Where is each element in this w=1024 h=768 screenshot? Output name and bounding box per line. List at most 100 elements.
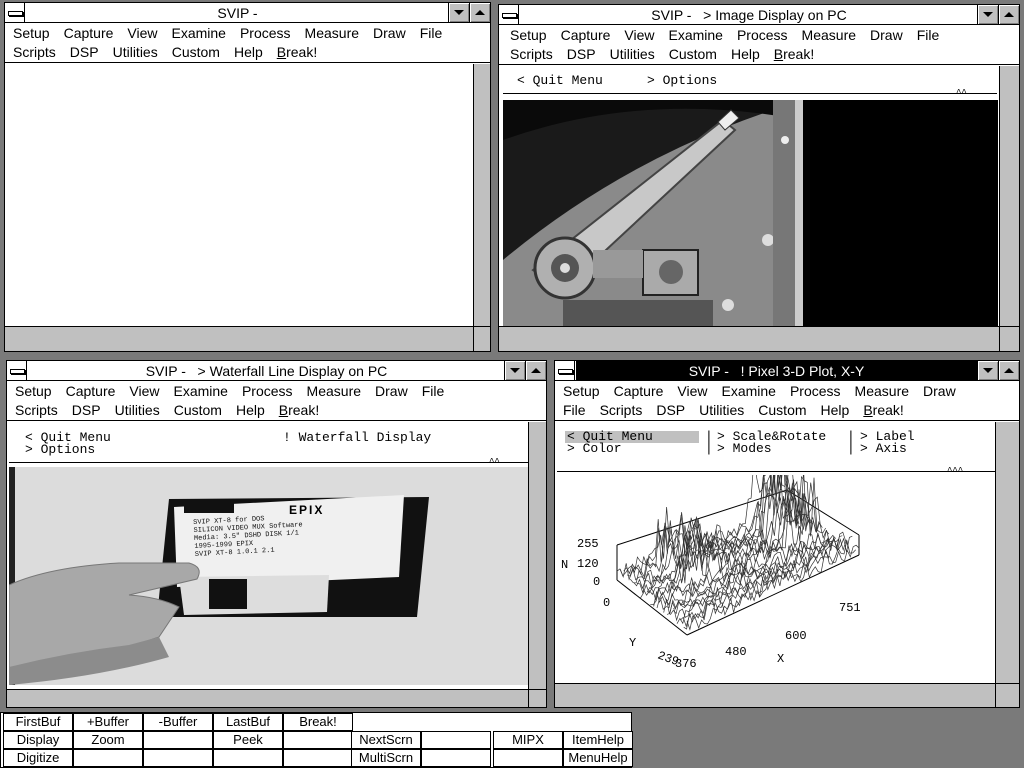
- maximize-button[interactable]: [998, 361, 1019, 380]
- button-lastbuf[interactable]: LastBuf: [213, 713, 283, 731]
- minimize-button[interactable]: [504, 361, 525, 380]
- menu-draw[interactable]: Draw: [375, 382, 408, 401]
- vertical-scrollbar[interactable]: [473, 64, 490, 326]
- button-empty[interactable]: [421, 749, 491, 767]
- horizontal-scrollbar[interactable]: [499, 326, 999, 351]
- menu-process[interactable]: Process: [242, 382, 293, 401]
- menu-file[interactable]: File: [563, 401, 586, 420]
- menu-process[interactable]: Process: [790, 382, 841, 401]
- button-digitize[interactable]: Digitize: [3, 749, 73, 767]
- menu-view[interactable]: View: [127, 24, 157, 43]
- button-empty[interactable]: [421, 731, 491, 749]
- button-firstbuf[interactable]: FirstBuf: [3, 713, 73, 731]
- menu-file[interactable]: File: [422, 382, 445, 401]
- vertical-scrollbar[interactable]: [999, 66, 1019, 326]
- button-break[interactable]: Break!: [283, 713, 353, 731]
- menu-setup[interactable]: Setup: [563, 382, 600, 401]
- menu-measure[interactable]: Measure: [307, 382, 361, 401]
- menu-break[interactable]: Break!: [774, 45, 814, 64]
- menu-examine[interactable]: Examine: [174, 382, 228, 401]
- vertical-scrollbar[interactable]: [528, 422, 546, 689]
- menu-scripts[interactable]: Scripts: [15, 401, 58, 420]
- button-empty[interactable]: [283, 749, 353, 767]
- menu-utilities[interactable]: Utilities: [115, 401, 160, 420]
- menu-file[interactable]: File: [420, 24, 443, 43]
- horizontal-scrollbar[interactable]: [7, 689, 528, 707]
- menu-break[interactable]: Break!: [277, 43, 317, 62]
- menu-capture[interactable]: Capture: [66, 382, 116, 401]
- menu-draw[interactable]: Draw: [373, 24, 406, 43]
- quit-menu-item[interactable]: < Quit Menu: [517, 74, 603, 87]
- menu-view[interactable]: View: [129, 382, 159, 401]
- menu-capture[interactable]: Capture: [561, 26, 611, 45]
- title-bar[interactable]: SVIP - > Waterfall Line Display on PC: [7, 361, 546, 381]
- menu-view[interactable]: View: [624, 26, 654, 45]
- menu-help[interactable]: Help: [731, 45, 760, 64]
- horizontal-scrollbar[interactable]: [5, 326, 473, 351]
- menu-capture[interactable]: Capture: [64, 24, 114, 43]
- options-menu-item[interactable]: > Options: [25, 443, 95, 456]
- menu-measure[interactable]: Measure: [855, 382, 909, 401]
- menu-scripts[interactable]: Scripts: [13, 43, 56, 62]
- system-menu-icon[interactable]: [555, 361, 575, 380]
- waterfall-display-item[interactable]: ! Waterfall Display: [283, 431, 431, 444]
- menu-scripts[interactable]: Scripts: [600, 401, 643, 420]
- color-menu-item[interactable]: > Color: [567, 442, 622, 455]
- button--buffer[interactable]: -Buffer: [143, 713, 213, 731]
- menu-dsp[interactable]: DSP: [567, 45, 596, 64]
- menu-setup[interactable]: Setup: [13, 24, 50, 43]
- menu-break[interactable]: Break!: [863, 401, 903, 420]
- horizontal-scrollbar[interactable]: [555, 683, 995, 707]
- system-menu-icon[interactable]: [5, 3, 25, 22]
- menu-utilities[interactable]: Utilities: [699, 401, 744, 420]
- button-empty[interactable]: [493, 749, 563, 767]
- button-empty[interactable]: [283, 731, 353, 749]
- menu-setup[interactable]: Setup: [510, 26, 547, 45]
- minimize-button[interactable]: [977, 361, 998, 380]
- menu-measure[interactable]: Measure: [305, 24, 359, 43]
- menu-draw[interactable]: Draw: [870, 26, 903, 45]
- menu-utilities[interactable]: Utilities: [113, 43, 158, 62]
- minimize-button[interactable]: [977, 5, 998, 24]
- options-menu-item[interactable]: > Options: [647, 74, 717, 87]
- menu-process[interactable]: Process: [240, 24, 291, 43]
- button--buffer[interactable]: +Buffer: [73, 713, 143, 731]
- menu-file[interactable]: File: [917, 26, 940, 45]
- axis-menu-item[interactable]: > Axis: [860, 442, 907, 455]
- system-menu-icon[interactable]: [499, 5, 519, 24]
- maximize-button[interactable]: [525, 361, 546, 380]
- menu-draw[interactable]: Draw: [923, 382, 956, 401]
- maximize-button[interactable]: [998, 5, 1019, 24]
- button-empty[interactable]: [143, 749, 213, 767]
- menu-setup[interactable]: Setup: [15, 382, 52, 401]
- modes-menu-item[interactable]: > Modes: [717, 442, 772, 455]
- title-bar[interactable]: SVIP - > Image Display on PC: [499, 5, 1019, 25]
- title-bar[interactable]: SVIP - ! Pixel 3-D Plot, X-Y: [555, 361, 1019, 381]
- menu-custom[interactable]: Custom: [669, 45, 717, 64]
- button-nextscrn[interactable]: NextScrn: [351, 731, 421, 749]
- menu-custom[interactable]: Custom: [174, 401, 222, 420]
- button-peek[interactable]: Peek: [213, 731, 283, 749]
- menu-dsp[interactable]: DSP: [72, 401, 101, 420]
- vertical-scrollbar[interactable]: [995, 422, 1019, 683]
- button-mipx[interactable]: MIPX: [493, 731, 563, 749]
- menu-utilities[interactable]: Utilities: [610, 45, 655, 64]
- menu-dsp[interactable]: DSP: [70, 43, 99, 62]
- menu-examine[interactable]: Examine: [669, 26, 723, 45]
- button-itemhelp[interactable]: ItemHelp: [563, 731, 633, 749]
- menu-dsp[interactable]: DSP: [656, 401, 685, 420]
- menu-help[interactable]: Help: [234, 43, 263, 62]
- menu-capture[interactable]: Capture: [614, 382, 664, 401]
- menu-help[interactable]: Help: [236, 401, 265, 420]
- button-zoom[interactable]: Zoom: [73, 731, 143, 749]
- button-menuhelp[interactable]: MenuHelp: [563, 749, 633, 767]
- button-empty[interactable]: [143, 731, 213, 749]
- menu-measure[interactable]: Measure: [802, 26, 856, 45]
- menu-examine[interactable]: Examine: [722, 382, 776, 401]
- menu-break[interactable]: Break!: [279, 401, 319, 420]
- button-empty[interactable]: [73, 749, 143, 767]
- button-multiscrn[interactable]: MultiScrn: [351, 749, 421, 767]
- minimize-button[interactable]: [448, 3, 469, 22]
- button-empty[interactable]: [213, 749, 283, 767]
- button-display[interactable]: Display: [3, 731, 73, 749]
